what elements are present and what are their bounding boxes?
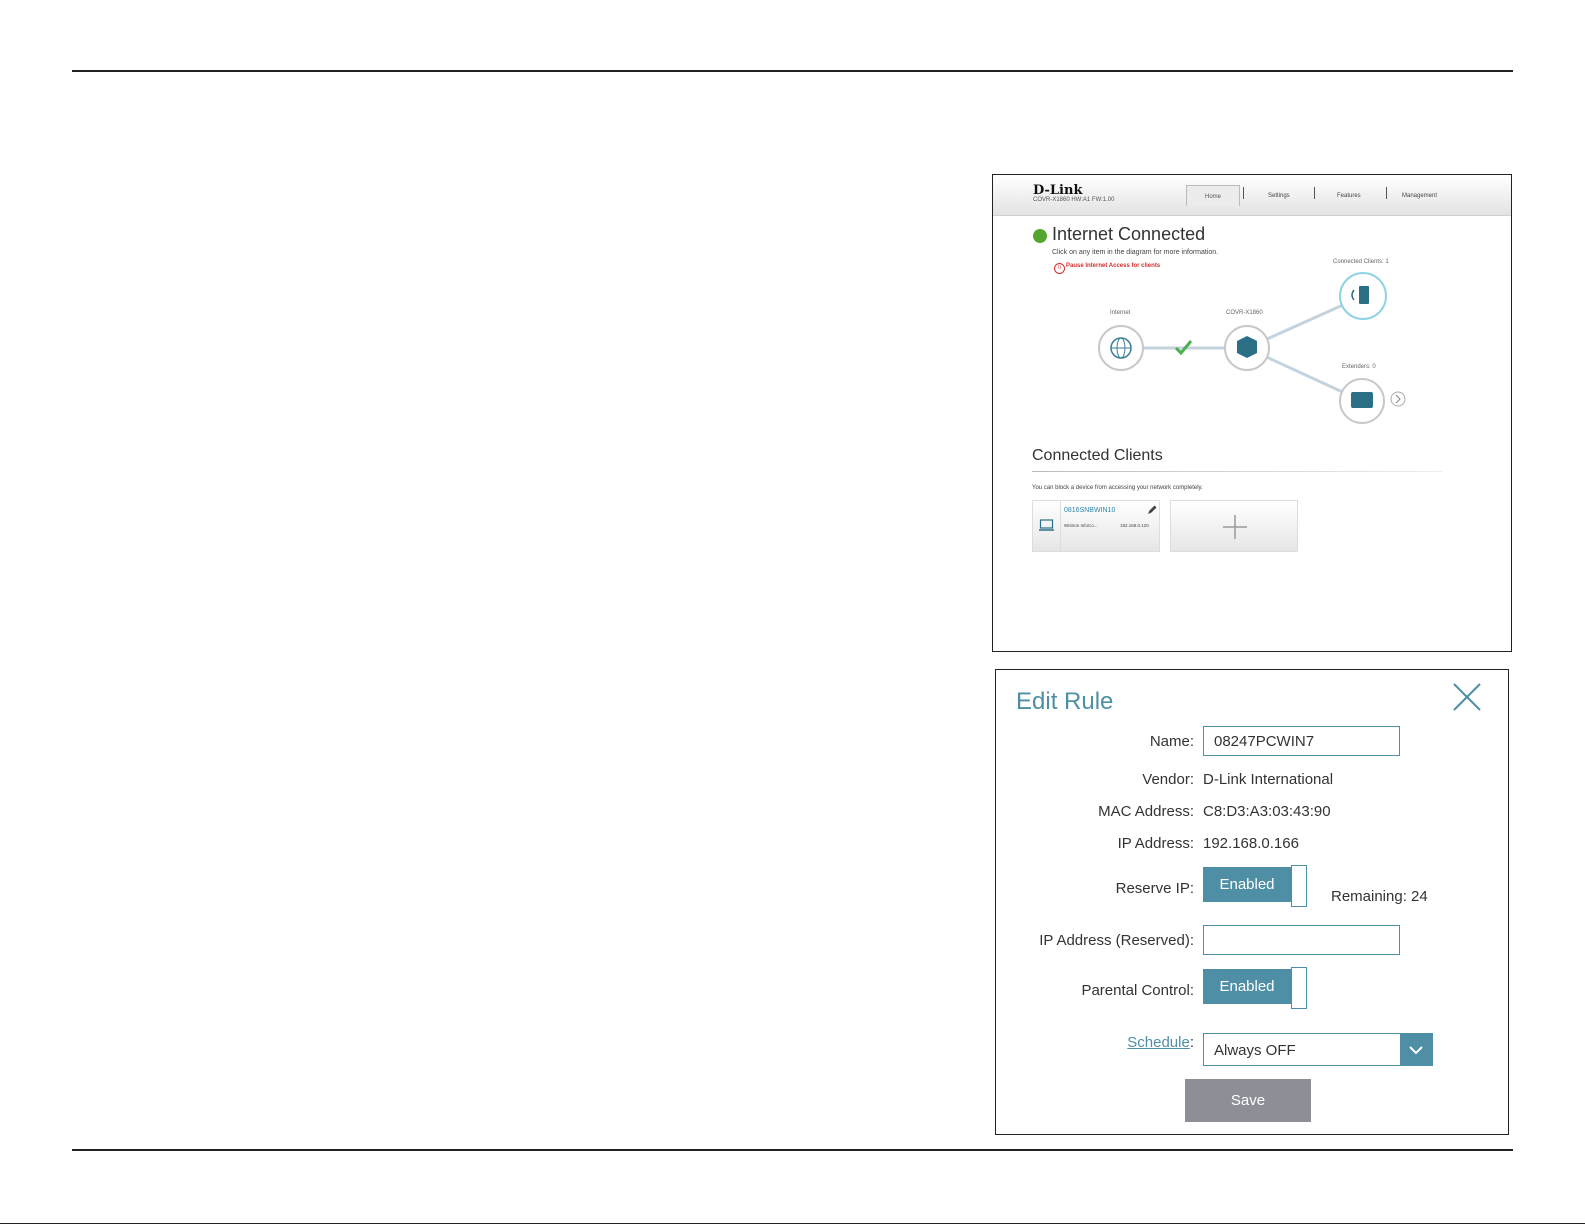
name-input[interactable] (1203, 726, 1400, 756)
vendor-value: D-Link International (1203, 771, 1334, 788)
client-icon-area (1033, 501, 1061, 551)
toggle-knob (1291, 967, 1307, 1009)
internet-label: Internet (1110, 310, 1131, 316)
schedule-label-group: Schedule: (1127, 1034, 1194, 1051)
client-vendor: Wistron InfoCo... (1064, 523, 1098, 528)
parental-control-toggle[interactable]: Enabled (1203, 967, 1307, 1009)
vendor-label: Vendor: (1142, 771, 1194, 788)
edit-rule-dialog: Edit Rule Name: Vendor: D-Link Internati… (995, 669, 1509, 1135)
close-icon[interactable] (1452, 682, 1482, 712)
router-home-screenshot: D-Link COVR-X1860 HW:A1 FW:1.00 Home Set… (992, 174, 1512, 652)
extenders-node[interactable] (1339, 378, 1385, 424)
plus-icon (1223, 515, 1247, 539)
client-name: 0816SNBWIN10 (1064, 507, 1116, 514)
footer-rule (0, 1223, 1585, 1224)
save-button[interactable]: Save (1185, 1079, 1311, 1122)
parental-control-label: Parental Control: (1081, 982, 1194, 999)
schedule-value: Always OFF (1214, 1042, 1296, 1059)
mac-address-value: C8:D3:A3:03:43:90 (1203, 803, 1331, 820)
router-label: COVR-X1860 (1226, 310, 1263, 316)
router-node[interactable] (1224, 325, 1270, 371)
chevron-down-icon (1409, 1046, 1423, 1055)
ip-address-label: IP Address: (1117, 835, 1194, 852)
name-label: Name: (1149, 733, 1194, 750)
extender-icon (1351, 392, 1373, 408)
add-client-card[interactable] (1170, 500, 1298, 552)
remaining-count: Remaining: 24 (1331, 888, 1428, 905)
network-diagram (1098, 272, 1406, 424)
mac-address-label: MAC Address: (1098, 803, 1194, 820)
internet-node[interactable] (1098, 325, 1144, 371)
section-divider (1032, 471, 1442, 472)
schedule-link[interactable]: Schedule (1127, 1034, 1190, 1051)
bottom-rule (72, 1149, 1513, 1151)
ip-address-value: 192.168.0.166 (1203, 835, 1299, 852)
reserve-ip-label: Reserve IP: (1115, 880, 1194, 897)
schedule-colon: : (1189, 1034, 1194, 1051)
client-card[interactable]: 0816SNBWIN10 Wistron InfoCo... 192.168.0… (1032, 500, 1160, 552)
client-ip: 192.168.0.120 (1120, 523, 1149, 528)
dropdown-button[interactable] (1400, 1034, 1432, 1065)
reserve-ip-toggle[interactable]: Enabled (1203, 865, 1307, 907)
edit-icon[interactable] (1147, 505, 1157, 515)
toggle-knob (1291, 865, 1307, 907)
device-icon (1359, 286, 1369, 304)
connected-clients-title: Connected Clients (1032, 447, 1163, 464)
reserve-ip-state: Enabled (1203, 867, 1291, 902)
chevron-right-icon[interactable] (1390, 391, 1406, 407)
clients-hint: You can block a device from accessing yo… (1032, 485, 1203, 491)
reserved-ip-label: IP Address (Reserved): (1039, 932, 1194, 949)
parental-control-state: Enabled (1203, 969, 1291, 1004)
connected-clients-count: Connected Clients: 1 (1333, 259, 1389, 265)
reserved-ip-input[interactable] (1203, 925, 1400, 955)
extenders-count: Extenders: 0 (1342, 364, 1376, 370)
dialog-title: Edit Rule (1016, 688, 1114, 715)
clients-node[interactable] (1339, 272, 1387, 320)
top-rule (72, 70, 1513, 72)
schedule-select[interactable]: Always OFF (1203, 1033, 1433, 1066)
laptop-icon (1039, 519, 1054, 531)
